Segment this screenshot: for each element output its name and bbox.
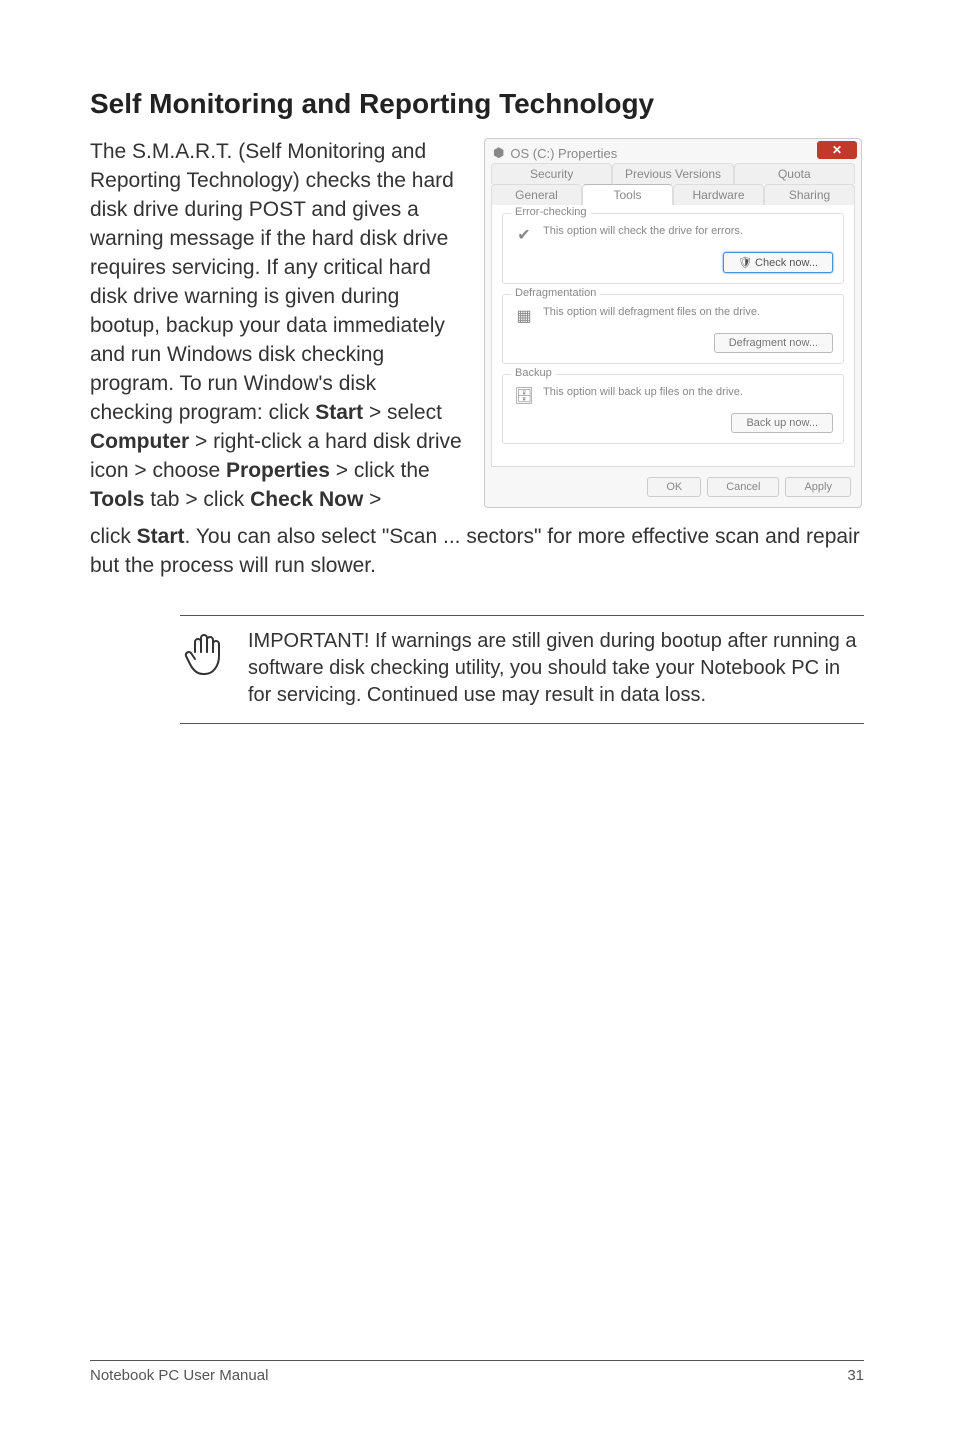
tab-security[interactable]: Security	[491, 163, 612, 184]
group-title: Error-checking	[511, 206, 591, 218]
group-title: Defragmentation	[511, 287, 600, 299]
close-button[interactable]: ✕	[817, 141, 857, 159]
footer-left: Notebook PC User Manual	[90, 1367, 268, 1384]
bold-term: Tools	[90, 488, 144, 511]
check-now-button[interactable]: 🛡 Check now...	[723, 252, 833, 273]
ok-button[interactable]: OK	[647, 477, 701, 497]
text-run: >	[363, 488, 381, 511]
defragment-now-button[interactable]: Defragment now...	[714, 333, 833, 353]
tab-previous-versions[interactable]: Previous Versions	[612, 163, 733, 184]
important-note: IMPORTANT! If warnings are still given d…	[180, 615, 864, 725]
dialog-body: Error-checking ✔ This option will check th…	[491, 205, 855, 467]
properties-dialog: ⬢ OS (C:) Properties ✕ SecurityPrevious …	[484, 138, 862, 508]
tab-hardware[interactable]: Hardware	[673, 184, 764, 205]
button-label: Defragment now...	[729, 337, 818, 349]
group-defragmentation: Defragmentation▦This option will defragm…	[502, 294, 844, 364]
text-run: . You can also select "Scan ... sectors"…	[90, 525, 860, 577]
body-paragraph-upper: The S.M.A.R.T. (Self Monitoring and Repo…	[90, 138, 464, 515]
group-description: This option will defragment files on the…	[543, 305, 760, 319]
text-run: > click the	[330, 459, 430, 482]
group-description: This option will check the drive for err…	[543, 224, 743, 238]
tab-sharing[interactable]: Sharing	[764, 184, 855, 205]
body-paragraph-lower: click Start. You can also select "Scan .…	[90, 523, 864, 581]
apply-button[interactable]: Apply	[785, 477, 851, 497]
text-run: tab > click	[144, 488, 250, 511]
tab-general[interactable]: General	[491, 184, 582, 205]
footer-page-number: 31	[847, 1367, 864, 1384]
note-text: IMPORTANT! If warnings are still given d…	[248, 628, 864, 710]
group-description: This option will back up files on the dr…	[543, 385, 743, 399]
dialog-title: OS (C:) Properties	[510, 146, 617, 161]
dialog-button-row: OK Cancel Apply	[485, 471, 861, 507]
shield-icon: 🛡	[738, 257, 755, 269]
bold-term: Computer	[90, 430, 189, 453]
text-run: click	[90, 525, 137, 548]
bold-term: Start	[137, 525, 185, 548]
cancel-button[interactable]: Cancel	[707, 477, 779, 497]
group-error-checking: Error-checking✔This option will check th…	[502, 213, 844, 284]
group-icon: ▦	[513, 305, 535, 327]
text-run: The S.M.A.R.T. (Self Monitoring and Repo…	[90, 140, 454, 424]
tab-quota[interactable]: Quota	[734, 163, 855, 184]
group-icon: ✔	[513, 224, 535, 246]
tab-tools[interactable]: Tools	[582, 184, 673, 205]
button-label: Check now...	[755, 257, 818, 269]
button-label: Back up now...	[746, 417, 818, 429]
page-footer: Notebook PC User Manual 31	[90, 1360, 864, 1384]
bold-term: Properties	[226, 459, 330, 482]
tab-row-back: SecurityPrevious VersionsQuota	[485, 163, 861, 184]
close-icon: ✕	[832, 143, 842, 157]
bold-term: Check Now	[250, 488, 363, 511]
back-up-now-button[interactable]: Back up now...	[731, 413, 833, 433]
group-icon: 🗄	[513, 385, 535, 407]
group-backup: Backup🗄This option will back up files on…	[502, 374, 844, 444]
hand-icon	[180, 628, 228, 680]
bold-term: Start	[315, 401, 363, 424]
section-heading: Self Monitoring and Reporting Technology	[90, 88, 864, 120]
group-title: Backup	[511, 367, 556, 379]
dialog-title-icon: ⬢	[493, 145, 504, 161]
tab-row-front: GeneralToolsHardwareSharing	[485, 184, 861, 205]
text-run: > select	[363, 401, 442, 424]
